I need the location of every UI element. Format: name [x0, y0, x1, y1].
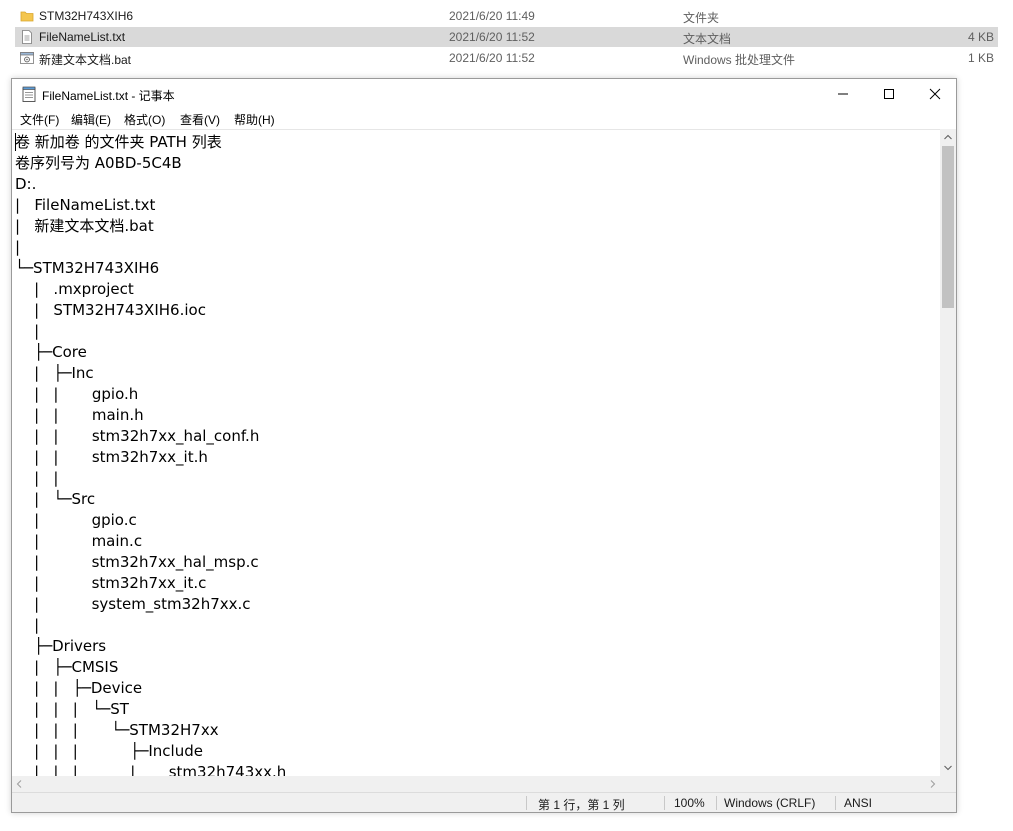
close-button[interactable]	[912, 79, 958, 109]
file-row-folder[interactable]: STM32H743XIH6 2021/6/20 11:49 文件夹	[15, 6, 998, 26]
status-divider	[835, 796, 836, 810]
cursor-position: 第 1 行，第 1 列	[538, 798, 625, 812]
folder-icon	[20, 11, 34, 22]
scroll-right-arrow-icon[interactable]	[930, 780, 936, 788]
line-ending: Windows (CRLF)	[724, 796, 816, 810]
window-title: FileNameList.txt - 记事本	[42, 89, 175, 103]
menu-help[interactable]: 帮助(H)	[232, 111, 277, 128]
file-row-txt[interactable]: FileNameList.txt 2021/6/20 11:52 文本文档 4 …	[15, 27, 998, 47]
vertical-scroll-thumb[interactable]	[942, 146, 954, 308]
scroll-up-arrow-icon[interactable]	[944, 134, 952, 140]
editor-line: | | stm32h7xx_it.h	[15, 448, 208, 466]
editor-line: | | gpio.h	[15, 385, 139, 403]
title-bar[interactable]: FileNameList.txt - 记事本	[12, 79, 956, 109]
file-size: 1 KB	[967, 51, 994, 65]
explorer-file-list: STM32H743XIH6 2021/6/20 11:49 文件夹 FileNa…	[0, 0, 1013, 80]
menu-file[interactable]: 文件(F)	[18, 111, 61, 128]
scroll-left-arrow-icon[interactable]	[16, 780, 22, 788]
editor-line: | └─Src	[15, 490, 96, 508]
maximize-icon	[884, 89, 894, 99]
menu-bar: 文件(F) 编辑(E) 格式(O) 查看(V) 帮助(H)	[12, 109, 956, 129]
batch-file-icon	[20, 52, 34, 64]
editor-line: | ├─Inc	[15, 364, 94, 382]
editor-line: | | | └─STM32H7xx	[15, 721, 219, 739]
editor-line: | system_stm32h7xx.c	[15, 595, 251, 613]
file-date: 2021/6/20 11:52	[449, 51, 535, 65]
scroll-down-arrow-icon[interactable]	[944, 765, 952, 771]
file-type: 文件夹	[683, 11, 720, 25]
file-date: 2021/6/20 11:49	[449, 9, 535, 23]
editor-line: | | | └─ST	[15, 700, 129, 718]
editor-line: | | | | stm32h743xx.h	[15, 763, 287, 776]
editor-line: | ├─CMSIS	[15, 658, 119, 676]
menu-view[interactable]: 查看(V)	[178, 111, 222, 128]
close-icon	[929, 88, 941, 100]
editor-line: | main.c	[15, 532, 143, 550]
status-divider	[526, 796, 527, 810]
editor-content[interactable]: 卷 新加卷 的文件夹 PATH 列表 卷序列号为 A0BD-5C4B D:. | Fi…	[15, 132, 286, 776]
editor-line: ├─Core	[15, 343, 87, 361]
file-date: 2021/6/20 11:52	[449, 30, 535, 44]
minimize-icon	[838, 93, 848, 95]
editor-line: 卷序列号为 A0BD-5C4B	[15, 154, 182, 172]
menu-edit[interactable]: 编辑(E)	[69, 111, 113, 128]
file-row-bat[interactable]: 新建文本文档.bat 2021/6/20 11:52 Windows 批处理文件…	[15, 48, 998, 68]
minimize-button[interactable]	[820, 79, 866, 109]
text-file-icon	[22, 30, 32, 44]
file-size: 4 KB	[967, 30, 994, 44]
editor-line: | | ├─Device	[15, 679, 143, 697]
editor-line: | stm32h7xx_hal_msp.c	[15, 553, 259, 571]
menu-format[interactable]: 格式(O)	[122, 111, 167, 128]
horizontal-scrollbar[interactable]	[12, 776, 940, 792]
editor-line: |	[15, 616, 40, 634]
editor-line: |	[15, 238, 21, 256]
editor-line: 卷 新加卷 的文件夹 PATH 列表	[15, 133, 222, 151]
editor-line: D:.	[15, 175, 37, 193]
editor-line: | STM32H743XIH6.ioc	[15, 301, 206, 319]
encoding: ANSI	[844, 796, 873, 810]
text-editor[interactable]: 卷 新加卷 的文件夹 PATH 列表 卷序列号为 A0BD-5C4B D:. | Fi…	[12, 129, 940, 776]
editor-line: |	[15, 322, 40, 340]
file-type: Windows 批处理文件	[683, 53, 796, 67]
maximize-button[interactable]	[866, 79, 912, 109]
editor-line: | 新建文本文档.bat	[15, 217, 154, 235]
status-divider	[716, 796, 717, 810]
editor-line: | |	[15, 469, 59, 487]
editor-line: | | stm32h7xx_hal_conf.h	[15, 427, 260, 445]
zoom-level: 100%	[674, 796, 705, 810]
editor-line: | stm32h7xx_it.c	[15, 574, 207, 592]
scrollbar-corner	[940, 776, 956, 792]
editor-line: | | | ├─Include	[15, 742, 203, 760]
editor-line: | | main.h	[15, 406, 144, 424]
editor-line: | FileNameList.txt	[15, 196, 156, 214]
editor-line: | .mxproject	[15, 280, 134, 298]
file-name: FileNameList.txt	[39, 30, 126, 44]
notepad-icon	[22, 86, 36, 102]
editor-line: | gpio.c	[15, 511, 137, 529]
editor-line: └─STM32H743XIH6	[15, 259, 160, 277]
status-bar: 第 1 行，第 1 列 100% Windows (CRLF) ANSI	[12, 792, 956, 812]
file-name: 新建文本文档.bat	[39, 53, 132, 67]
file-type: 文本文档	[683, 32, 732, 46]
editor-line: ├─Drivers	[15, 637, 107, 655]
text-caret	[15, 133, 16, 151]
status-divider	[664, 796, 665, 810]
notepad-window: FileNameList.txt - 记事本 文件(F) 编辑(E) 格式(O)…	[11, 78, 957, 813]
file-name: STM32H743XIH6	[39, 9, 134, 23]
vertical-scrollbar[interactable]	[940, 129, 956, 776]
